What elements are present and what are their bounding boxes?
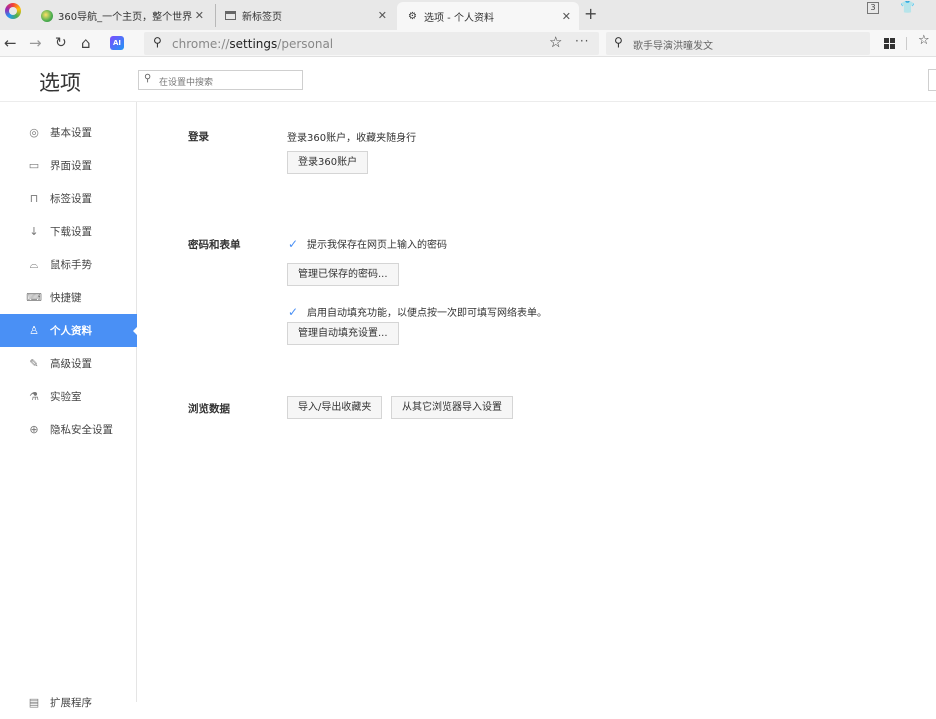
section-label-passwords: 密码和表单 [188, 239, 241, 251]
new-tab-plus-icon[interactable]: + [584, 4, 597, 23]
sidebar-item-label: 鼠标手势 [50, 259, 92, 271]
tab-title: 360导航_一个主页，整个世界 [58, 12, 193, 23]
favorites-list-icon[interactable]: ☆ [918, 33, 930, 48]
address-bar[interactable]: ⚲ chrome://settings/personal ☆ ··· [144, 32, 599, 55]
search-icon: ⚲ [153, 35, 162, 49]
window-count-badge[interactable]: 3 [867, 2, 879, 14]
close-icon[interactable]: ✕ [195, 9, 204, 22]
tab-new-tab[interactable]: 新标签页 ✕ [215, 4, 395, 27]
window-icon: ▭ [28, 159, 40, 172]
checkbox-label: 提示我保存在网页上输入的密码 [307, 240, 447, 251]
close-icon[interactable]: ✕ [562, 10, 571, 23]
sidebar-item-label: 隐私安全设置 [50, 424, 113, 436]
extension-icon: ▤ [28, 696, 40, 709]
reload-icon[interactable]: ↻ [55, 33, 67, 53]
back-arrow-icon[interactable]: ← [4, 33, 17, 53]
bookmark-star-icon[interactable]: ☆ [549, 33, 562, 51]
settings-search-input[interactable]: ⚲ 在设置中搜索 [138, 70, 303, 90]
search-icon: ⚲ [144, 73, 152, 84]
gear-icon: ◎ [29, 126, 39, 139]
search-placeholder: 歌手导演洪曈发文 [633, 41, 713, 52]
manage-passwords-button[interactable]: 管理已保存的密码... [287, 263, 399, 286]
wrench-icon: ✎ [29, 357, 39, 370]
apps-grid-icon[interactable] [884, 38, 895, 49]
sidebar-item-label: 标签设置 [50, 193, 92, 205]
sidebar-item-advanced[interactable]: ✎ 高级设置 [0, 347, 137, 380]
sidebar-item-tabs[interactable]: ⊓ 标签设置 [0, 182, 137, 215]
tab-settings-personal[interactable]: ⚙ 选项 - 个人资料 ✕ [397, 2, 579, 30]
tab-title: 新标签页 [242, 12, 282, 23]
save-passwords-checkbox[interactable]: ✓ 提示我保存在网页上输入的密码 [288, 236, 447, 252]
sidebar-item-extensions[interactable]: ▤ 扩展程序 [0, 686, 137, 719]
checkmark-icon: ✓ [288, 236, 299, 251]
page-title: 选项 [39, 71, 81, 95]
checkbox-label: 启用自动填充功能，以便点按一次即可填写网络表单。 [307, 308, 547, 319]
header-divider [0, 101, 936, 102]
sidebar-item-label: 扩展程序 [50, 697, 92, 709]
sidebar-item-basic[interactable]: ◎ 基本设置 [0, 116, 137, 149]
url-text[interactable]: chrome://settings/personal [172, 37, 333, 51]
sidebar-item-label: 个人资料 [50, 325, 92, 337]
login-360-account-button[interactable]: 登录360账户 [287, 151, 369, 174]
sidebar-item-label: 下载设置 [50, 226, 92, 238]
home-icon[interactable]: ⌂ [81, 33, 91, 53]
sidebar-item-shortcuts[interactable]: ⌨ 快捷键 [0, 281, 137, 314]
checkmark-icon: ✓ [288, 304, 299, 319]
section-label-browsing-data: 浏览数据 [188, 403, 230, 415]
sidebar-item-label: 界面设置 [50, 160, 92, 172]
mouse-icon: ⌓ [29, 257, 39, 271]
newtab-page-icon [224, 9, 237, 22]
sidebar-item-label: 高级设置 [50, 358, 92, 370]
flask-icon: ⚗ [29, 390, 39, 403]
manage-autofill-button[interactable]: 管理自动填充设置... [287, 322, 399, 345]
sidebar-item-lab[interactable]: ⚗ 实验室 [0, 380, 137, 413]
download-icon: ↓ [29, 225, 39, 238]
tab-strip: 360导航_一个主页，整个世界 ✕ 新标签页 ✕ ⚙ 选项 - 个人资料 ✕ +… [0, 0, 936, 30]
search-placeholder: 在设置中搜索 [159, 78, 214, 88]
tab-title: 选项 - 个人资料 [424, 12, 494, 24]
keyboard-icon: ⌨ [26, 291, 42, 304]
close-icon[interactable]: ✕ [378, 9, 387, 22]
sidebar-item-label: 实验室 [50, 391, 82, 403]
sidebar-item-privacy[interactable]: ⊕ 隐私安全设置 [0, 413, 137, 446]
browser-logo-icon[interactable] [5, 3, 21, 19]
sidebar-item-download[interactable]: ↓ 下载设置 [0, 215, 137, 248]
search-icon: ⚲ [614, 35, 623, 49]
tab-icon: ⊓ [29, 192, 39, 205]
sidebar-item-personal[interactable]: ♙ 个人资料 [0, 314, 138, 347]
skin-shirt-icon[interactable]: 👕 [900, 0, 915, 14]
toolbar-divider [906, 37, 907, 50]
settings-sidebar: ◎ 基本设置 ▭ 界面设置 ⊓ 标签设置 ↓ 下载设置 ⌓ 鼠标手势 ⌨ 快捷键… [0, 102, 138, 709]
web-search-input[interactable]: ⚲ 歌手导演洪曈发文 [606, 32, 870, 55]
header-right-button[interactable] [928, 69, 936, 91]
sidebar-item-label: 基本设置 [50, 127, 92, 139]
globe-icon [40, 9, 53, 22]
ai-assistant-icon[interactable]: AI [110, 36, 124, 50]
sidebar-item-mouse-gesture[interactable]: ⌓ 鼠标手势 [0, 248, 137, 281]
import-export-favorites-button[interactable]: 导入/导出收藏夹 [287, 396, 383, 419]
more-dots-icon[interactable]: ··· [575, 34, 589, 48]
user-icon: ♙ [29, 324, 39, 337]
login-description: 登录360账户，收藏夹随身行 [287, 133, 417, 144]
section-label-login: 登录 [188, 131, 209, 143]
toolbar: ← → ↻ ⌂ AI ⚲ chrome://settings/personal … [0, 30, 936, 57]
tab-360-nav[interactable]: 360导航_一个主页，整个世界 ✕ [32, 4, 212, 27]
autofill-checkbox[interactable]: ✓ 启用自动填充功能，以便点按一次即可填写网络表单。 [288, 304, 547, 320]
shield-plus-icon: ⊕ [29, 423, 39, 436]
forward-arrow-icon[interactable]: → [29, 33, 42, 53]
settings-gear-icon: ⚙ [408, 10, 417, 22]
import-from-other-browser-button[interactable]: 从其它浏览器导入设置 [391, 396, 513, 419]
sidebar-item-interface[interactable]: ▭ 界面设置 [0, 149, 137, 182]
sidebar-item-label: 快捷键 [50, 292, 82, 304]
